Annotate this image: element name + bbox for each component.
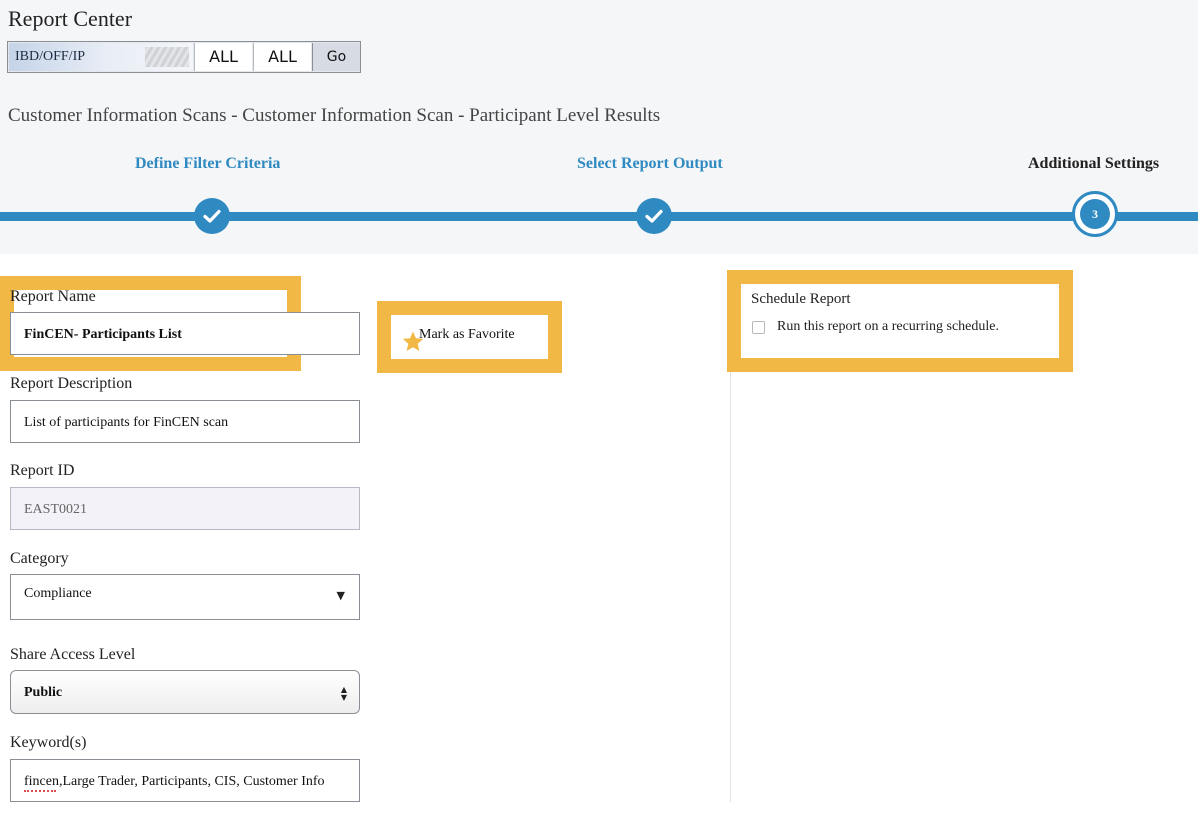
entity-selector-label: IBD/OFF/IP — [15, 49, 86, 64]
report-breadcrumb: Customer Information Scans - Customer In… — [8, 105, 661, 126]
share-access-level-value: Public — [24, 685, 63, 700]
entity-selector[interactable]: IBD/OFF/IP — [9, 43, 193, 71]
category-label: Category — [10, 550, 69, 567]
go-button[interactable]: Go — [312, 43, 360, 71]
filter-selector-2[interactable]: ALL — [253, 43, 311, 71]
recurring-schedule-label[interactable]: Run this report on a recurring schedule. — [777, 319, 999, 335]
stepper-progress-line — [0, 212, 1198, 221]
mark-as-favorite-toggle[interactable]: Mark as Favorite — [377, 301, 562, 373]
step-additional-settings: Additional Settings — [1028, 155, 1160, 172]
select-updown-icon: ▲ ▼ — [340, 685, 347, 702]
keywords-input[interactable]: fincen,Large Trader, Participants, CIS, … — [10, 759, 360, 802]
schedule-report-title: Schedule Report — [751, 291, 851, 307]
share-access-level-label: Share Access Level — [10, 646, 136, 663]
share-access-level-select[interactable]: Public ▲ ▼ — [10, 670, 360, 714]
keywords-value: fincen,Large Trader, Participants, CIS, … — [24, 774, 325, 789]
report-name-input[interactable]: FinCEN- Participants List — [10, 312, 360, 355]
report-description-label: Report Description — [10, 375, 133, 392]
report-description-input[interactable]: List of participants for FinCEN scan — [10, 400, 360, 443]
category-value: Compliance — [24, 586, 92, 601]
filter-selector-1[interactable]: ALL — [194, 43, 252, 71]
schedule-report-panel: Schedule Report Run this report on a rec… — [727, 270, 1073, 372]
context-selector-bar: IBD/OFF/IP ALL ALL Go — [7, 41, 361, 73]
category-select[interactable]: Compliance ▼ — [10, 574, 360, 620]
dropdown-arrow-icon: ▼ — [336, 589, 345, 602]
report-id-label: Report ID — [10, 462, 75, 479]
app-title: Report Center — [8, 6, 133, 31]
entity-swatch-icon — [145, 47, 189, 67]
step-2-check-icon[interactable] — [636, 198, 672, 234]
step-1-check-icon[interactable] — [194, 198, 230, 234]
step-define-filter-criteria[interactable]: Define Filter Criteria — [135, 155, 280, 173]
report-id-field: EAST0021 — [10, 487, 360, 530]
step-3-number: 3 — [1080, 199, 1110, 229]
spellcheck-underline — [24, 790, 56, 792]
recurring-schedule-checkbox[interactable] — [752, 321, 765, 334]
report-name-label: Report Name — [10, 288, 96, 305]
step-select-report-output[interactable]: Select Report Output — [577, 155, 723, 173]
mark-as-favorite-label: Mark as Favorite — [419, 327, 515, 342]
keywords-label: Keyword(s) — [10, 734, 87, 751]
